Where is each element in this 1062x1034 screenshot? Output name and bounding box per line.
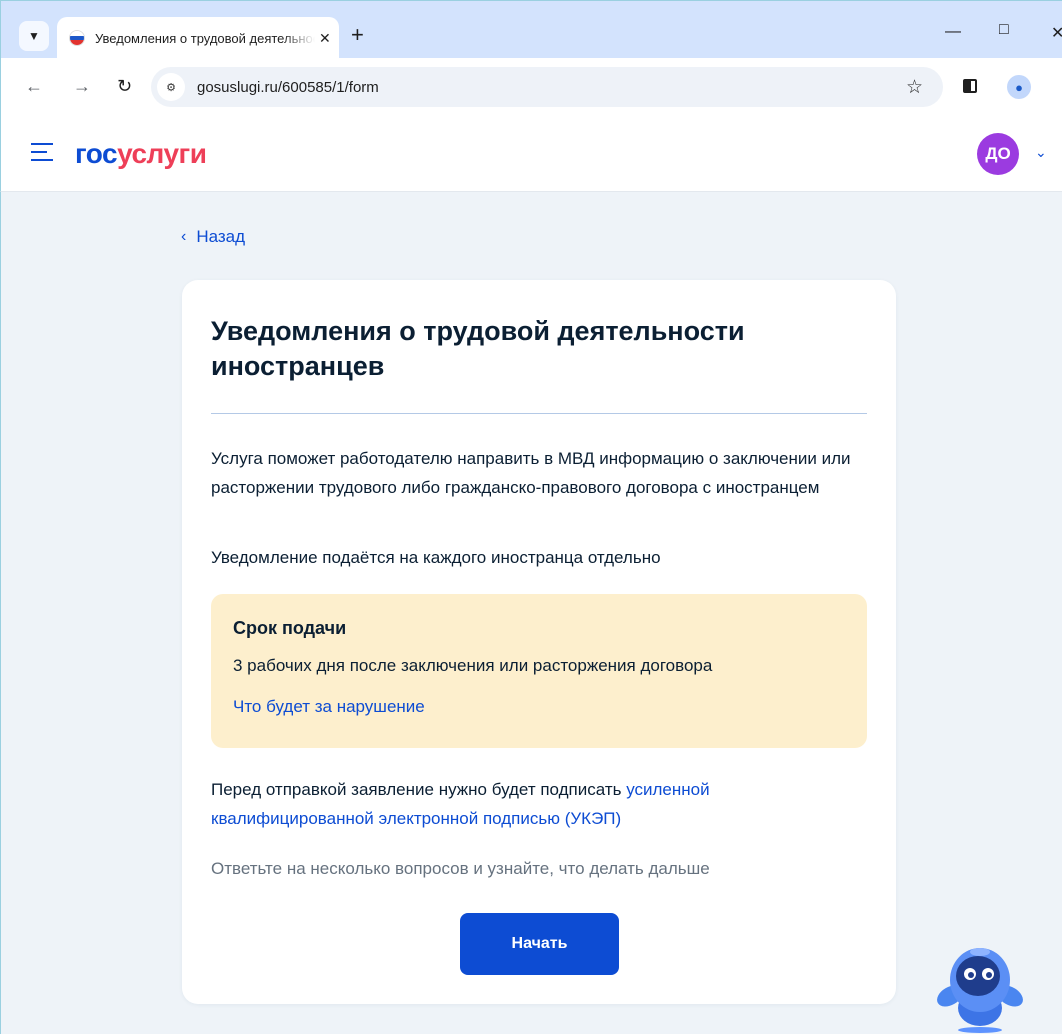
start-button[interactable]: Начать (460, 913, 619, 975)
start-hint: Ответьте на несколько вопросов и узнайте… (211, 859, 710, 878)
browser-tab-bar: ▼ Уведомления о трудовой деятельности ин… (0, 0, 1062, 59)
site-header: госуслуги ДО ⌄ (0, 116, 1062, 192)
hamburger-menu-icon[interactable] (31, 143, 53, 167)
deadline-text: 3 рабочих дня после заключения или расто… (233, 656, 713, 675)
page-title: Уведомления о трудовой деятельности инос… (211, 316, 745, 381)
tab-close-icon[interactable]: ✕ (319, 30, 331, 47)
address-bar[interactable]: ⚙ gosuslugi.ru/600585/1/form ☆ (151, 67, 943, 107)
url-text[interactable]: gosuslugi.ru/600585/1/form (197, 79, 379, 96)
chevron-down-icon[interactable]: ⌄ (1035, 144, 1047, 161)
signature-notice-text: Перед отправкой заявление нужно будет по… (211, 780, 627, 799)
divider (211, 413, 867, 414)
logo-part-uslugi: услуги (117, 138, 207, 169)
reload-icon[interactable]: ↻ (117, 76, 132, 97)
logo-part-gos: гос (75, 138, 118, 169)
side-panel-icon[interactable] (963, 79, 977, 93)
tab-title: Уведомления о трудовой деятельности инос… (95, 30, 315, 46)
user-avatar[interactable]: ДО (977, 133, 1019, 175)
service-note: Уведомление подаётся на каждого иностран… (211, 548, 661, 567)
chevron-left-icon: ‹ (181, 228, 187, 245)
robot-assistant-icon[interactable] (934, 940, 1026, 1034)
maximize-icon[interactable]: □ (999, 21, 1009, 39)
back-arrow-icon[interactable]: ← (25, 76, 43, 97)
new-tab-plus-icon[interactable]: + (351, 23, 364, 47)
back-link[interactable]: ‹ Назад (181, 227, 245, 247)
close-window-icon[interactable]: ✕ (1051, 23, 1062, 43)
service-description: Услуга поможет работодателю направить в … (211, 449, 851, 497)
gosuslugi-logo[interactable]: госуслуги (75, 138, 207, 170)
profile-icon[interactable]: ● (1007, 75, 1031, 99)
deadline-info-box: Срок подачи 3 рабочих дня после заключен… (211, 594, 867, 748)
russia-flag-icon (69, 30, 85, 46)
minimize-icon[interactable]: — (945, 23, 961, 41)
forward-arrow-icon[interactable]: → (73, 76, 91, 97)
back-link-label: Назад (196, 227, 246, 246)
tab-list-chevron-icon[interactable]: ▼ (19, 21, 49, 51)
bookmark-star-icon[interactable]: ☆ (906, 76, 923, 99)
site-info-icon[interactable]: ⚙ (157, 73, 185, 101)
deadline-heading: Срок подачи (233, 618, 347, 638)
browser-toolbar: ← → ↻ ⚙ gosuslugi.ru/600585/1/form ☆ ● ⋮ (0, 58, 1062, 116)
signature-notice: Перед отправкой заявление нужно будет по… (211, 775, 861, 833)
service-card: Уведомления о трудовой деятельности инос… (182, 280, 896, 1004)
browser-menu-icon[interactable]: ⋮ (1055, 72, 1062, 97)
violation-link[interactable]: Что будет за нарушение (233, 697, 845, 717)
browser-tab[interactable]: Уведомления о трудовой деятельности инос… (57, 17, 339, 59)
page-content: ‹ Назад Уведомления о трудовой деятельно… (0, 192, 1062, 1034)
